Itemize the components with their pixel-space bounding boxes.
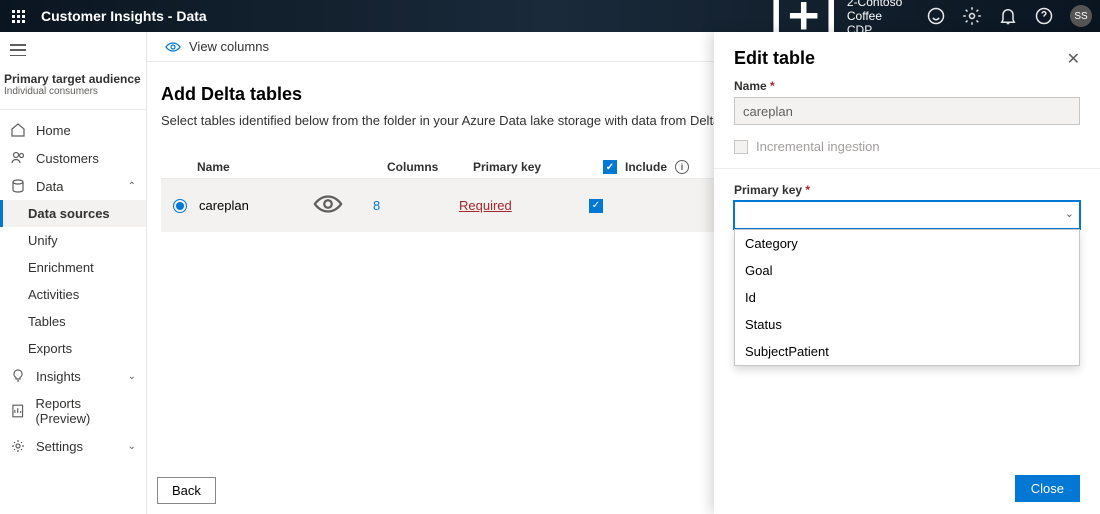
nav-label: Reports (Preview) [35,396,136,426]
users-icon [10,150,26,166]
nav-label: Unify [28,233,58,248]
audience-picker[interactable]: Primary target audience Individual consu… [0,68,146,110]
nav-customers[interactable]: Customers [0,144,146,172]
preview-icon[interactable] [313,207,343,222]
eye-icon [165,39,181,55]
row-name: careplan [199,198,249,213]
name-input [734,97,1080,125]
row-radio[interactable] [173,199,187,213]
dropdown-option[interactable]: Goal [735,257,1079,284]
incremental-label: Incremental ingestion [756,139,880,154]
chevron-down-icon[interactable]: ⌄ [1065,207,1074,220]
incremental-ingestion-checkbox: Incremental ingestion [734,139,1080,154]
nav-enrichment[interactable]: Enrichment [0,254,146,281]
nav-label: Enrichment [28,260,94,275]
report-icon [10,403,25,419]
audience-subtitle: Individual consumers [4,86,142,97]
edit-table-panel: Edit table ✕ Name * Incremental ingestio… [714,32,1100,514]
row-primary-key-link[interactable]: Required [459,198,512,213]
smiley-icon[interactable] [926,6,946,26]
database-icon [10,178,26,194]
gear-icon[interactable] [962,6,982,26]
chevron-up-icon: ⌃ [128,181,136,192]
nav-label: Activities [28,287,79,302]
view-columns-button[interactable]: View columns [189,39,269,54]
close-button[interactable]: Close [1015,475,1080,502]
nav-activities[interactable]: Activities [0,281,146,308]
app-launcher-icon[interactable] [8,6,29,27]
nav-home[interactable]: Home [0,116,146,144]
dropdown-option[interactable]: Status [735,311,1079,338]
col-header-include: Include [625,160,667,174]
primary-key-combobox[interactable]: ⌄ Category Goal Id Status SubjectPatient [734,201,1080,229]
nav-label: Insights [36,369,81,384]
nav-label: Data [36,179,63,194]
chevron-down-icon: ⌄ [128,371,136,382]
row-include-checkbox[interactable]: ✓ [589,199,603,213]
chevron-right-icon: › [134,76,138,88]
help-icon[interactable] [1034,6,1054,26]
audience-title: Primary target audience [4,72,142,86]
nav-label: Data sources [28,206,110,221]
nav-reports[interactable]: Reports (Preview) [0,390,146,432]
nav-label: Exports [28,341,72,356]
app-title: Customer Insights - Data [41,8,207,24]
close-icon[interactable]: ✕ [1067,49,1080,69]
primary-key-input[interactable] [734,201,1080,229]
col-header-name: Name [197,160,387,174]
nav-label: Settings [36,439,83,454]
nav-tables[interactable]: Tables [0,308,146,335]
chevron-down-icon: ⌄ [128,441,136,452]
primary-key-dropdown: Category Goal Id Status SubjectPatient [734,229,1080,366]
bell-icon[interactable] [998,6,1018,26]
back-button[interactable]: Back [157,477,216,504]
nav-label: Customers [36,151,99,166]
primary-key-label: Primary key * [734,183,1080,197]
nav-settings[interactable]: Settings ⌄ [0,432,146,460]
nav-data[interactable]: Data ⌃ [0,172,146,200]
lightbulb-icon [10,368,26,384]
dropdown-option[interactable]: Category [735,230,1079,257]
checkbox-icon [734,140,748,154]
name-label: Name * [734,79,1080,93]
nav-exports[interactable]: Exports [0,335,146,362]
nav-label: Home [36,123,71,138]
nav-insights[interactable]: Insights ⌄ [0,362,146,390]
nav-data-sources[interactable]: Data sources [0,200,146,227]
col-header-primary-key: Primary key [473,160,603,174]
hamburger-icon[interactable] [0,32,146,68]
nav-label: Tables [28,314,66,329]
avatar[interactable]: SS [1070,5,1092,27]
topbar: Customer Insights - Data 2-Contoso Coffe… [0,0,1100,32]
dropdown-option[interactable]: SubjectPatient [735,338,1079,365]
info-icon[interactable]: i [675,160,689,174]
include-all-checkbox[interactable]: ✓ [603,160,617,174]
nav-unify[interactable]: Unify [0,227,146,254]
col-header-columns: Columns [387,160,473,174]
gear-icon [10,438,26,454]
home-icon [10,122,26,138]
dropdown-option[interactable]: Id [735,284,1079,311]
divider [714,168,1100,169]
sidebar: Primary target audience Individual consu… [0,32,147,514]
row-columns-link[interactable]: 8 [373,198,380,213]
panel-title: Edit table [734,48,815,69]
